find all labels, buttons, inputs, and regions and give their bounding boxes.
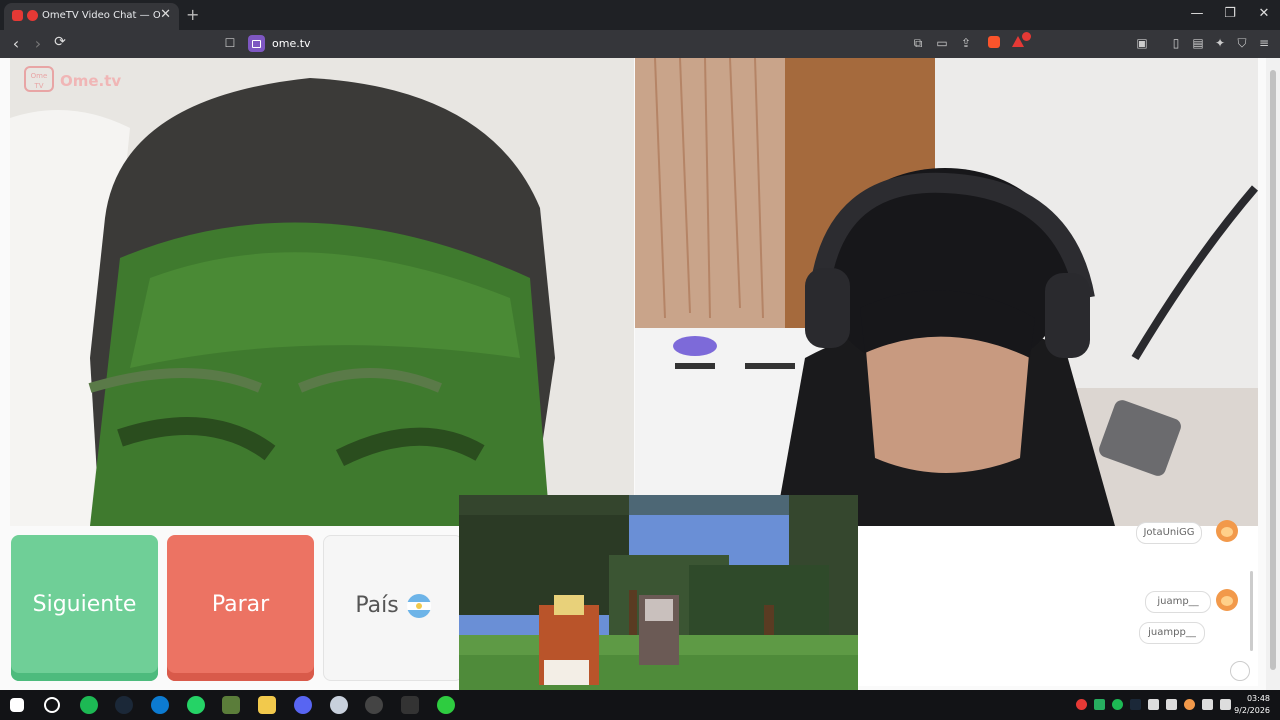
edge-icon[interactable] <box>151 696 169 714</box>
taskbar-clock[interactable]: 03:48 9/2/2026 <box>1234 693 1270 717</box>
browser-toolbar: ‹ › ⟳ ☐ ome.tv ⧉ ▭ ⇪ ▣ ▯ ▤ ✦ ⛉ ≡ <box>0 30 1280 58</box>
url-text: ome.tv <box>272 37 311 50</box>
tab-title: OmeTV Video Chat — Omegle <box>42 10 160 21</box>
minecraft-icon[interactable] <box>222 696 240 714</box>
camera-site-icon <box>248 35 265 52</box>
close-window-button[interactable]: ✕ <box>1249 6 1279 21</box>
wallet-icon[interactable]: ▤ <box>1190 36 1206 52</box>
clock-time: 03:48 <box>1246 694 1270 703</box>
cast-icon[interactable]: ▭ <box>934 36 950 52</box>
steam-icon[interactable] <box>115 696 133 714</box>
country-button[interactable]: País <box>323 535 463 681</box>
reader-icon[interactable]: ▣ <box>1134 36 1150 52</box>
chat-scrollbar[interactable] <box>1250 571 1253 651</box>
scrollbar-thumb[interactable] <box>1270 70 1276 670</box>
user-avatar <box>1216 589 1238 611</box>
self-video <box>635 58 1258 526</box>
translate-icon[interactable]: ⧉ <box>910 36 926 52</box>
argentina-flag-icon <box>406 594 431 618</box>
chat-message: JotaUniGG <box>1136 522 1202 544</box>
tray-icon[interactable] <box>1130 699 1141 710</box>
chat-panel: JotaUniGG juamp__ juampp__ <box>858 520 1258 686</box>
address-bar[interactable]: ome.tv <box>246 33 886 55</box>
tray-icon[interactable] <box>1184 699 1195 710</box>
chat-message: juamp__ <box>1145 591 1211 613</box>
tray-icon[interactable] <box>1112 699 1123 710</box>
tray-icon[interactable] <box>1076 699 1087 710</box>
ometv-logo[interactable]: Ome TV Ome.tv <box>24 66 124 96</box>
game-scene <box>459 495 858 720</box>
ometv-logo-badge: Ome TV <box>24 66 54 92</box>
leo-icon[interactable]: ✦ <box>1212 36 1228 52</box>
youtube-icon <box>12 10 23 21</box>
whatsapp-icon[interactable] <box>187 696 205 714</box>
epic-games-icon[interactable] <box>401 696 419 714</box>
discord-icon[interactable] <box>294 696 312 714</box>
emoji-icon[interactable] <box>1230 661 1250 681</box>
clock-date: 9/2/2026 <box>1234 706 1270 715</box>
forward-button[interactable]: › <box>28 34 48 53</box>
user-avatar <box>1216 520 1238 542</box>
volume-icon[interactable] <box>1202 699 1213 710</box>
shield-extension-icon[interactable] <box>986 36 1002 52</box>
network-icon[interactable] <box>1166 699 1177 710</box>
page-scrollbar[interactable] <box>1266 58 1280 690</box>
game-overlay-window <box>459 495 858 720</box>
tray-icon[interactable] <box>1094 699 1105 710</box>
rewards-icon[interactable] <box>1010 32 1031 52</box>
sidebar-icon[interactable]: ▯ <box>1168 36 1184 52</box>
app-icon[interactable] <box>437 696 455 714</box>
new-tab-button[interactable]: + <box>186 5 199 24</box>
ometv-logo-text: Ome.tv <box>60 72 122 90</box>
stranger-video-frame <box>10 58 634 526</box>
stranger-video <box>10 58 634 526</box>
chat-message: juampp__ <box>1139 622 1205 644</box>
spotify-icon[interactable] <box>80 696 98 714</box>
microphone-icon[interactable] <box>1220 699 1231 710</box>
file-explorer-icon[interactable] <box>258 696 276 714</box>
maximize-button[interactable]: ❐ <box>1215 6 1245 21</box>
search-icon[interactable] <box>44 697 60 713</box>
browser-tab[interactable]: OmeTV Video Chat — Omegle ✕ <box>4 3 179 30</box>
obs-icon[interactable] <box>365 696 383 714</box>
share-icon[interactable]: ⇪ <box>958 36 974 52</box>
reload-button[interactable]: ⟳ <box>50 34 70 50</box>
minimize-button[interactable]: — <box>1182 6 1212 21</box>
vpn-icon[interactable]: ⛉ <box>1234 36 1250 52</box>
back-button[interactable]: ‹ <box>6 34 26 53</box>
next-button[interactable]: Siguiente <box>11 535 158 681</box>
country-label: País <box>355 593 399 618</box>
stop-button[interactable]: Parar <box>167 535 314 681</box>
windows-taskbar: 03:48 9/2/2026 <box>0 690 1280 720</box>
start-icon[interactable] <box>10 698 24 712</box>
bookmark-icon[interactable]: ☐ <box>222 36 238 52</box>
app-icon[interactable] <box>330 696 348 714</box>
notification-badge <box>1022 32 1031 41</box>
self-video-frame <box>635 58 1258 526</box>
battery-icon[interactable] <box>1148 699 1159 710</box>
recording-icon <box>27 10 38 21</box>
menu-icon[interactable]: ≡ <box>1256 36 1272 52</box>
tab-close-icon[interactable]: ✕ <box>160 7 171 22</box>
